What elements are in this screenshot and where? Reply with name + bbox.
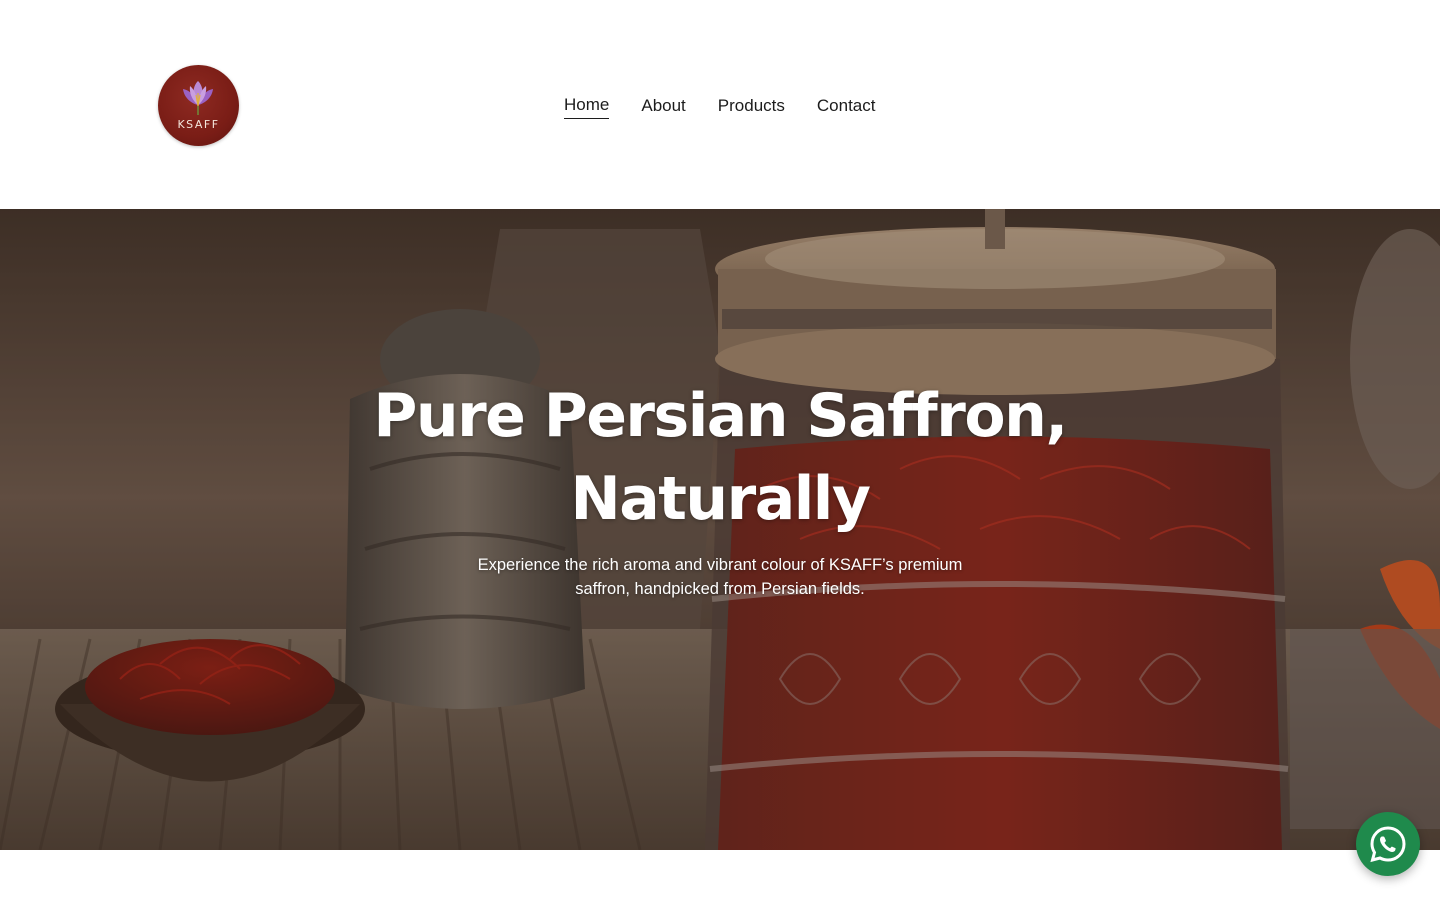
nav-contact[interactable]: Contact	[817, 95, 876, 119]
hero-title: Pure Persian Saffron, Naturally	[373, 381, 1068, 534]
nav-home[interactable]: Home	[564, 94, 610, 119]
whatsapp-button[interactable]	[1356, 812, 1420, 876]
ksaff-logo[interactable]: KSAFF	[158, 65, 239, 146]
content-start	[0, 850, 1440, 900]
main-nav: Home About Products Contact	[564, 94, 875, 119]
nav-products[interactable]: Products	[718, 95, 785, 119]
saffron-crocus-icon	[183, 81, 213, 115]
nav-about[interactable]: About	[641, 95, 685, 119]
hero-section: Pure Persian Saffron, Naturally Experien…	[0, 209, 1440, 850]
site-header: KSAFF Home About Products Contact	[0, 0, 1440, 209]
hero-subtitle: Experience the rich aroma and vibrant co…	[477, 556, 963, 598]
whatsapp-icon	[1370, 826, 1406, 863]
logo-text: KSAFF	[177, 118, 220, 131]
